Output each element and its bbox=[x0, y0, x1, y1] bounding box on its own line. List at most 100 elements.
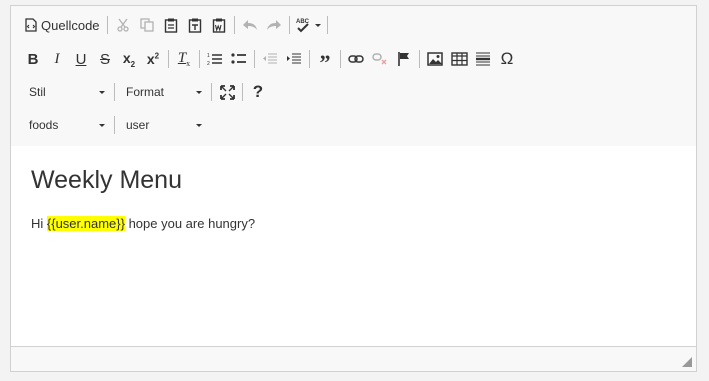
separator bbox=[254, 50, 255, 68]
separator bbox=[168, 50, 169, 68]
table-icon bbox=[450, 52, 468, 66]
unlink-button[interactable] bbox=[368, 47, 392, 71]
bullet-list-button[interactable] bbox=[227, 47, 251, 71]
flag-icon bbox=[397, 51, 411, 67]
link-button[interactable] bbox=[344, 47, 368, 71]
separator bbox=[211, 83, 212, 101]
separator bbox=[309, 50, 310, 68]
separator bbox=[114, 116, 115, 134]
paste-word-icon bbox=[212, 18, 226, 33]
special-char-button[interactable]: Ω bbox=[495, 47, 519, 71]
spellcheck-button[interactable]: ABC bbox=[293, 13, 324, 37]
svg-text:1: 1 bbox=[207, 53, 210, 59]
chevron-down-icon bbox=[196, 90, 202, 94]
source-label: Quellcode bbox=[41, 17, 100, 33]
redo-icon bbox=[266, 19, 282, 31]
rich-text-editor: Quellcode ABC B I U S x2 x2 Tx 1 2 ” Ω S… bbox=[10, 5, 697, 372]
user-select-value: user bbox=[126, 118, 150, 132]
strikethrough-icon: S bbox=[99, 50, 110, 68]
underline-icon: U bbox=[75, 50, 87, 68]
underline-button[interactable]: U bbox=[69, 47, 93, 71]
horizontal-line-button[interactable] bbox=[471, 47, 495, 71]
remove-format-button[interactable]: Tx bbox=[172, 47, 196, 71]
numbered-list-button[interactable]: 12 bbox=[203, 47, 227, 71]
greeting-prefix: Hi bbox=[31, 216, 47, 231]
undo-button[interactable] bbox=[238, 13, 262, 37]
quote-icon: ” bbox=[319, 50, 331, 75]
subscript-icon: x2 bbox=[122, 49, 136, 69]
superscript-icon: x2 bbox=[146, 51, 160, 67]
indent-button[interactable] bbox=[282, 47, 306, 71]
maximize-icon bbox=[219, 84, 235, 100]
toolbar-row-1: Quellcode ABC bbox=[21, 12, 331, 38]
image-button[interactable] bbox=[423, 47, 447, 71]
paste-word-button[interactable] bbox=[207, 13, 231, 37]
chevron-down-icon bbox=[314, 23, 321, 27]
separator bbox=[106, 16, 108, 34]
clipboard-icon bbox=[164, 18, 178, 33]
link-icon bbox=[348, 54, 364, 64]
chevron-down-icon bbox=[196, 123, 202, 127]
unlink-icon bbox=[372, 53, 388, 65]
help-button[interactable]: ? bbox=[246, 80, 270, 104]
editor-toolbar: Quellcode ABC B I U S x2 x2 Tx 1 2 ” Ω S… bbox=[11, 6, 696, 147]
separator bbox=[233, 16, 235, 34]
format-select-value: Format bbox=[126, 85, 165, 99]
style-select[interactable]: Stil bbox=[21, 80, 111, 104]
omega-icon: Ω bbox=[500, 49, 514, 68]
indent-icon bbox=[286, 52, 302, 66]
scissors-icon bbox=[116, 18, 130, 32]
separator bbox=[114, 83, 115, 101]
source-icon bbox=[25, 18, 37, 32]
chevron-down-icon bbox=[99, 123, 105, 127]
separator bbox=[199, 50, 200, 68]
separator bbox=[340, 50, 341, 68]
separator bbox=[419, 50, 420, 68]
paste-text-icon bbox=[188, 18, 202, 33]
user-select[interactable]: user bbox=[118, 113, 208, 137]
bold-icon: B bbox=[27, 50, 39, 68]
copy-icon bbox=[139, 18, 154, 32]
source-button[interactable]: Quellcode bbox=[21, 13, 104, 37]
blockquote-button[interactable]: ” bbox=[313, 47, 337, 75]
outdent-icon bbox=[262, 52, 278, 66]
superscript-button[interactable]: x2 bbox=[141, 47, 165, 71]
toolbar-row-2: B I U S x2 x2 Tx 12 ” Ω bbox=[21, 46, 519, 75]
table-button[interactable] bbox=[447, 47, 471, 71]
foods-select-value: foods bbox=[29, 118, 59, 132]
resize-handle-icon[interactable] bbox=[682, 357, 692, 367]
numbered-list-icon: 12 bbox=[207, 52, 223, 66]
spellcheck-icon: ABC bbox=[296, 17, 312, 33]
horizontal-line-icon bbox=[475, 51, 491, 67]
help-label: ? bbox=[252, 82, 264, 101]
undo-icon bbox=[242, 19, 258, 31]
toolbar-row-4: foods user bbox=[21, 112, 208, 138]
editor-content-area[interactable]: Weekly Menu Hi {{user.name}} hope you ar… bbox=[11, 146, 696, 347]
subscript-button[interactable]: x2 bbox=[117, 47, 141, 71]
maximize-button[interactable] bbox=[215, 80, 239, 104]
style-select-value: Stil bbox=[29, 85, 46, 99]
format-select[interactable]: Format bbox=[118, 80, 208, 104]
cut-button[interactable] bbox=[111, 13, 135, 37]
italic-button[interactable]: I bbox=[45, 47, 69, 71]
anchor-button[interactable] bbox=[392, 47, 416, 71]
image-icon bbox=[427, 52, 443, 66]
outdent-button[interactable] bbox=[258, 47, 282, 71]
svg-text:2: 2 bbox=[207, 61, 210, 66]
content-heading: Weekly Menu bbox=[31, 166, 182, 194]
greeting-suffix: hope you are hungry? bbox=[124, 216, 256, 231]
paste-text-button[interactable] bbox=[183, 13, 207, 37]
copy-button[interactable] bbox=[135, 13, 159, 37]
italic-icon: I bbox=[54, 50, 60, 67]
bullet-list-icon bbox=[231, 52, 247, 66]
foods-select[interactable]: foods bbox=[21, 113, 111, 137]
separator bbox=[242, 83, 243, 101]
bold-button[interactable]: B bbox=[21, 47, 45, 71]
placeholder-tag[interactable]: {{user.name}} bbox=[46, 216, 125, 231]
strikethrough-button[interactable]: S bbox=[93, 47, 117, 71]
content-paragraph: Hi {{user.name}} hope you are hungry? bbox=[31, 216, 255, 231]
paste-button[interactable] bbox=[159, 13, 183, 37]
chevron-down-icon bbox=[99, 90, 105, 94]
separator bbox=[326, 16, 328, 34]
redo-button[interactable] bbox=[262, 13, 286, 37]
